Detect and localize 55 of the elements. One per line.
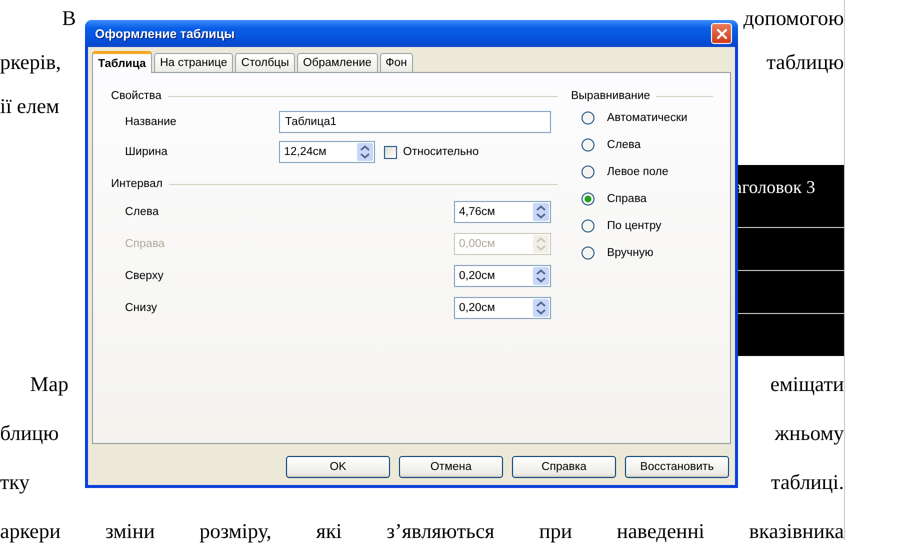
radio-icon: [581, 165, 595, 179]
paragraph-text: ркерів,: [0, 49, 62, 76]
paragraph-text: таблицю: [766, 49, 844, 76]
tab[interactable]: Обрамление: [297, 53, 378, 72]
paragraph-text: блицю: [0, 420, 59, 447]
paragraph-text: тку: [0, 469, 30, 496]
radio-option[interactable]: Левое поле: [571, 164, 713, 180]
group-heading: Выравнивание: [571, 90, 650, 102]
field-label: Снизу: [124, 302, 157, 314]
spin-arrows-icon[interactable]: [533, 267, 549, 285]
radio-option[interactable]: По центру: [571, 218, 713, 234]
dialog-button[interactable]: OK: [286, 456, 390, 478]
tab[interactable]: Таблица: [92, 51, 152, 73]
paragraph-text: еміщати: [770, 371, 844, 398]
radio-icon: [581, 192, 595, 206]
spin-arrows-icon[interactable]: [357, 143, 373, 161]
paragraph-text: допомогою: [743, 5, 844, 32]
field-label: Слева: [124, 206, 159, 218]
radio-icon: [581, 246, 595, 260]
dialog-button[interactable]: Отмена: [399, 456, 503, 478]
close-icon: [716, 28, 728, 40]
checkbox[interactable]: Относительно: [384, 146, 479, 158]
dialog-button[interactable]: Восстановить: [625, 456, 729, 478]
spin-field[interactable]: 0,20см: [454, 297, 551, 319]
field-label: Сверху: [124, 270, 164, 282]
tab[interactable]: На странице: [154, 53, 234, 72]
spin-field[interactable]: 12,24см: [279, 141, 375, 163]
group-heading: Интервал: [111, 178, 163, 190]
paragraph-text: аркери зміни розміру, які з’являються при наведенні вказівника: [0, 518, 844, 544]
paragraph-text: В: [62, 5, 76, 32]
tab[interactable]: Столбцы: [235, 53, 296, 72]
group-heading: Свойства: [111, 90, 162, 102]
paragraph-text: таблиці.: [771, 469, 844, 496]
spin-arrows-icon[interactable]: [533, 203, 549, 221]
name-field[interactable]: Таблица1: [279, 111, 551, 133]
field-label: Название: [124, 116, 178, 128]
radio-option[interactable]: Справа: [571, 191, 713, 207]
tab[interactable]: Фон: [380, 53, 414, 72]
radio-icon: [581, 111, 595, 125]
spin-field[interactable]: 0,20см: [454, 265, 551, 287]
field-label: Ширина: [124, 146, 169, 158]
radio-option[interactable]: Слева: [571, 137, 713, 153]
window-title: Оформление таблицы: [95, 26, 235, 40]
radio-icon: [581, 219, 595, 233]
radio-option[interactable]: Вручную: [571, 245, 713, 261]
spin-arrows-icon[interactable]: [533, 299, 549, 317]
paragraph-text: жньому: [774, 420, 844, 447]
dialog-button[interactable]: Справка: [512, 456, 616, 478]
paragraph-text: ії елем: [0, 93, 60, 120]
spin-field[interactable]: 4,76см: [454, 201, 551, 223]
field-label: Справа: [124, 238, 165, 250]
close-button[interactable]: [711, 23, 732, 44]
radio-icon: [581, 138, 595, 152]
paragraph-text: Мар: [30, 371, 68, 398]
radio-option[interactable]: Автоматически: [571, 110, 713, 126]
